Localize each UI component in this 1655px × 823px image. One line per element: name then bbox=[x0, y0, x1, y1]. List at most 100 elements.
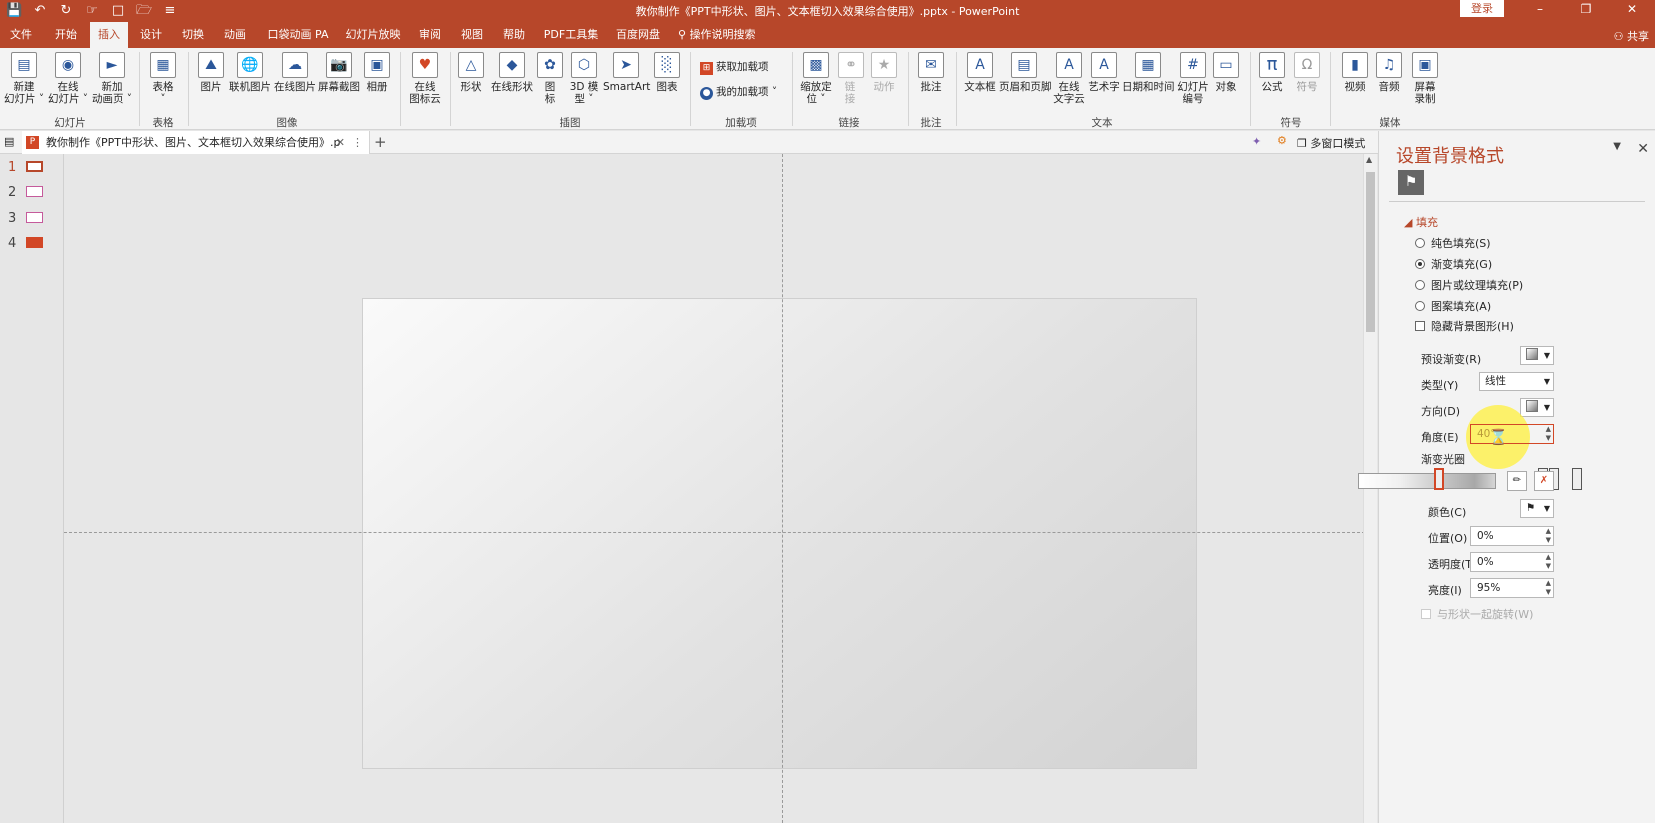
slide-thumbnail[interactable]: 4 bbox=[8, 236, 43, 251]
shapes-button[interactable]: △ 形状 bbox=[456, 52, 486, 93]
online-text-button[interactable]: A 在线 文字云 bbox=[1052, 52, 1086, 105]
remove-stop-button[interactable]: ✗ bbox=[1534, 471, 1554, 491]
screenshot-button[interactable]: 📷 屏幕截图 bbox=[318, 52, 360, 93]
restore-icon[interactable]: ❐ bbox=[1563, 0, 1609, 20]
ribbon-separator bbox=[908, 52, 909, 126]
solid-fill-radio[interactable]: 纯色填充(S) bbox=[1415, 235, 1491, 251]
rotate-with-shape-checkbox[interactable]: 与形状一起旋转(W) bbox=[1421, 606, 1533, 622]
horizontal-guide[interactable] bbox=[64, 532, 1370, 533]
3d-model-button[interactable]: ⬡ 3D 模型 ˅ bbox=[568, 52, 600, 105]
new-tab-icon[interactable]: + bbox=[374, 133, 387, 151]
slide-thumbnail[interactable]: 1 bbox=[8, 160, 43, 175]
action-button[interactable]: ★ 动作 bbox=[869, 52, 899, 93]
smartart-button[interactable]: ➤ SmartArt bbox=[603, 52, 650, 93]
position-input[interactable]: 0% ▲ ▼ bbox=[1470, 526, 1554, 546]
preset-gradient-dropdown[interactable]: ▼ bbox=[1520, 346, 1554, 365]
screen-record-button[interactable]: ▣ 屏幕 录制 bbox=[1408, 52, 1442, 105]
magic-icon[interactable]: ✦ bbox=[1252, 135, 1261, 148]
tab-more-icon[interactable]: ⋮ bbox=[352, 131, 363, 154]
fill-bucket-icon[interactable]: ⚑ bbox=[1398, 170, 1424, 195]
add-stop-button[interactable]: ✏ bbox=[1507, 471, 1527, 491]
minimize-icon[interactable]: – bbox=[1517, 0, 1563, 20]
scrollbar-thumb[interactable] bbox=[1366, 172, 1375, 332]
gradient-type-dropdown[interactable]: 线性 ▼ bbox=[1479, 372, 1554, 391]
spinner-arrows-icon[interactable]: ▲ ▼ bbox=[1546, 527, 1551, 545]
multiwindow-button[interactable]: ❐ 多窗口模式 bbox=[1297, 135, 1365, 151]
slide-thumbnail[interactable]: 3 bbox=[8, 211, 43, 226]
spinner-arrows-icon[interactable]: ▲ ▼ bbox=[1546, 425, 1551, 443]
object-button[interactable]: ▭ 对象 bbox=[1212, 52, 1240, 93]
transparency-input[interactable]: 0% ▲ ▼ bbox=[1470, 552, 1554, 572]
spinner-arrows-icon[interactable]: ▲ ▼ bbox=[1546, 579, 1551, 597]
slide-number-button[interactable]: # 幻灯片 编号 bbox=[1177, 52, 1209, 105]
video-button[interactable]: ▮ 视频 bbox=[1340, 52, 1370, 93]
tab-view[interactable]: 视图 bbox=[454, 22, 490, 48]
tab-review[interactable]: 审阅 bbox=[412, 22, 448, 48]
symbol-button[interactable]: Ω 符号 bbox=[1293, 52, 1321, 93]
link-button[interactable]: ⚭ 链接 bbox=[838, 52, 864, 105]
online-image-button[interactable]: ☁ 在线图片 bbox=[274, 52, 316, 93]
tell-me-search[interactable]: ⚲ 操作说明搜索 bbox=[678, 22, 788, 48]
share-button[interactable]: ⚇ 共享 bbox=[1614, 28, 1649, 44]
chart-button[interactable]: ░ 图表 bbox=[652, 52, 682, 93]
hide-background-checkbox[interactable]: 隐藏背景图形(H) bbox=[1415, 318, 1514, 334]
gradient-stop-selected[interactable] bbox=[1434, 468, 1444, 490]
my-addins-button[interactable]: ● 我的加载项 ˅ bbox=[700, 84, 777, 100]
angle-input[interactable]: 40° ▲ ▼ bbox=[1470, 424, 1554, 444]
spinner-arrows-icon[interactable]: ▲ ▼ bbox=[1546, 553, 1551, 571]
current-slide[interactable] bbox=[362, 298, 1197, 769]
icon-cloud-button[interactable]: ♥ 在线 图标云 bbox=[406, 52, 444, 105]
tab-home[interactable]: 开始 bbox=[48, 22, 84, 48]
header-footer-button[interactable]: ▤ 页眉和页脚 bbox=[999, 52, 1052, 93]
textbox-button[interactable]: A 文本框 bbox=[963, 52, 997, 93]
online-slide-button[interactable]: ◉ 在线 幻灯片 ˅ bbox=[46, 52, 90, 105]
tab-design[interactable]: 设计 bbox=[133, 22, 169, 48]
new-slide-button[interactable]: ▤ 新建 幻灯片 ˅ bbox=[4, 52, 44, 105]
fill-section-header[interactable]: ◢ 填充 bbox=[1404, 214, 1438, 230]
color-picker-dropdown[interactable]: ⚑ ▼ bbox=[1520, 499, 1554, 518]
album-button[interactable]: ▣ 相册 bbox=[362, 52, 392, 93]
slide-thumbnail[interactable]: 2 bbox=[8, 185, 43, 200]
online-shapes-button[interactable]: ◆ 在线形状 bbox=[490, 52, 534, 93]
direction-dropdown[interactable]: ▼ bbox=[1520, 398, 1554, 417]
audio-button[interactable]: ♫ 音频 bbox=[1374, 52, 1404, 93]
table-button[interactable]: ▦ 表格 ˅ bbox=[146, 52, 180, 105]
vertical-guide[interactable] bbox=[782, 154, 783, 823]
icons-button[interactable]: ✿ 图标 bbox=[537, 52, 563, 105]
ribbon-display-icon[interactable]: ◫ bbox=[1471, 0, 1517, 20]
new-anim-page-button[interactable]: ► 新加 动画页 ˅ bbox=[90, 52, 134, 105]
gradient-stops-bar[interactable] bbox=[1358, 473, 1496, 489]
pattern-fill-radio[interactable]: 图案填充(A) bbox=[1415, 298, 1491, 314]
slide-thumbnail-pane: 1 2 3 4 bbox=[0, 154, 64, 823]
settings-gear-icon[interactable]: ⚙ bbox=[1277, 134, 1287, 147]
slide-number: 2 bbox=[8, 185, 17, 200]
zoom-button[interactable]: ▩ 缩放定位 ˅ bbox=[798, 52, 834, 105]
picture-button[interactable]: ⛰ 图片 bbox=[196, 52, 226, 93]
gradient-stop[interactable] bbox=[1572, 468, 1582, 490]
document-tab[interactable]: P 教你制作《PPT中形状、图片、文本框切入效果综合使用》.p ✕ ⋮ bbox=[22, 131, 370, 154]
gradient-fill-radio[interactable]: 渐变填充(G) bbox=[1415, 256, 1492, 272]
equation-button[interactable]: π 公式 bbox=[1258, 52, 1286, 93]
online-picture-button[interactable]: 🌐 联机图片 bbox=[228, 52, 272, 93]
scroll-up-icon[interactable]: ▲ bbox=[1366, 155, 1372, 164]
tab-help[interactable]: 帮助 bbox=[496, 22, 532, 48]
tab-slideshow[interactable]: 幻灯片放映 bbox=[342, 22, 404, 48]
pane-close-icon[interactable]: ✕ bbox=[1637, 141, 1649, 157]
wordart-button[interactable]: A 艺术字 bbox=[1088, 52, 1120, 93]
tab-file[interactable]: 文件 bbox=[2, 22, 40, 48]
brightness-input[interactable]: 95% ▲ ▼ bbox=[1470, 578, 1554, 598]
pane-options-icon[interactable]: ▼ bbox=[1613, 141, 1621, 152]
close-tab-icon[interactable]: ✕ bbox=[336, 131, 345, 154]
tab-transitions[interactable]: 切换 bbox=[175, 22, 211, 48]
datetime-button[interactable]: ▦ 日期和时间 bbox=[1122, 52, 1175, 93]
comment-button[interactable]: ✉ 批注 bbox=[915, 52, 947, 93]
tab-pocket-animation[interactable]: 口袋动画 PA bbox=[262, 22, 334, 48]
tab-pdf-tools[interactable]: PDF工具集 bbox=[540, 22, 602, 48]
tab-animations[interactable]: 动画 bbox=[217, 22, 253, 48]
tab-insert[interactable]: 插入 bbox=[90, 22, 128, 48]
tab-baidu-netdisk[interactable]: 百度网盘 bbox=[610, 22, 666, 48]
close-icon[interactable]: ✕ bbox=[1609, 0, 1655, 20]
get-addins-button[interactable]: ⊞ 获取加载项 bbox=[700, 59, 769, 75]
tab-list-icon[interactable]: ▤ bbox=[4, 135, 14, 148]
picture-fill-radio[interactable]: 图片或纹理填充(P) bbox=[1415, 277, 1523, 293]
